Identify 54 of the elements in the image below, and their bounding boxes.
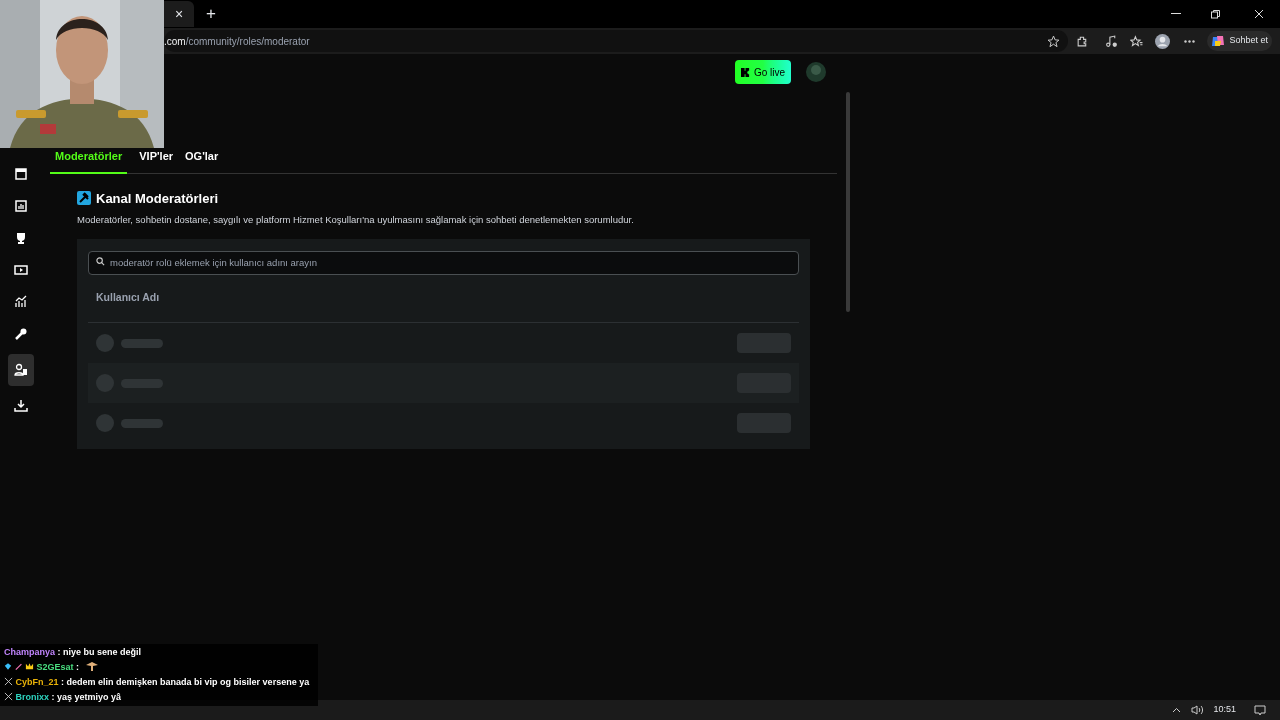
close-icon — [4, 677, 13, 686]
notification-icon[interactable] — [1254, 704, 1266, 716]
users-icon — [14, 363, 28, 377]
tab[interactable]: VIP'ler — [139, 148, 174, 173]
go-live-button[interactable]: Go live — [734, 60, 791, 84]
section-description: Moderatörler, sohbetin dostane, saygılı ve platform Hizmet Koşulları'na uyulmasını sağlamak için sohbeti denetlemekten sorumludur. — [77, 213, 635, 227]
favorite-star-icon[interactable] — [1047, 34, 1061, 48]
clock-time[interactable]: 10:51 — [1213, 703, 1236, 717]
chat-username: Champanya — [4, 647, 56, 657]
copilot-button[interactable]: Sohbet et — [1207, 31, 1272, 51]
download-icon — [14, 399, 28, 413]
close-icon — [4, 692, 13, 701]
window-icon — [14, 167, 28, 181]
column-header: Kullanıcı Adı — [96, 289, 160, 305]
chat-separator: : — [76, 662, 80, 672]
minimize-icon[interactable] — [1171, 13, 1181, 15]
copilot-icon — [1211, 34, 1226, 48]
gem-icon — [4, 662, 12, 671]
media-icon[interactable] — [1105, 34, 1119, 48]
gavel-icon — [77, 191, 91, 206]
trophy-icon — [14, 231, 28, 245]
crown-icon — [25, 662, 35, 671]
film-icon — [14, 263, 28, 277]
chat-message: yaş yetmiyo yâ — [57, 692, 122, 702]
chat-username: CybFn_21 — [15, 677, 59, 687]
speaker-icon[interactable] — [1191, 705, 1204, 715]
chat-separator: : — [51, 692, 55, 702]
chat-message: niye bu sene değil — [63, 647, 142, 657]
address-bar[interactable]: .com/community/roles/moderator — [164, 33, 310, 49]
restore-icon[interactable] — [1211, 9, 1220, 19]
tab[interactable]: OG'lar — [185, 148, 219, 173]
line-chart-icon — [14, 295, 28, 309]
chat-username: S2GEsat — [36, 662, 74, 672]
name-placeholder — [121, 418, 163, 428]
chevron-up-icon[interactable] — [1172, 707, 1182, 713]
avatar-placeholder — [96, 414, 114, 433]
chat-separator: : — [61, 677, 65, 687]
bar-chart-icon — [14, 199, 28, 213]
close-icon[interactable] — [1254, 9, 1264, 19]
new-tab-button[interactable]: + — [206, 1, 216, 27]
chat-message: dedem elin demişken banada bi vip og bisiler versene ya — [66, 677, 310, 687]
search-field[interactable]: moderatör rolü eklemek için kullanıcı adını arayın — [88, 250, 799, 275]
sidebar-item[interactable] — [8, 354, 34, 386]
section-title: Kanal Moderatörleri — [96, 189, 219, 208]
profile-avatar-icon[interactable] — [1155, 33, 1171, 49]
more-icon[interactable] — [1184, 39, 1196, 43]
avatar-icon[interactable] — [805, 61, 827, 83]
search-icon — [96, 256, 105, 266]
name-placeholder — [121, 338, 163, 348]
favorites-icon[interactable] — [1130, 34, 1144, 48]
avatar-placeholder — [96, 334, 114, 353]
chat-separator: : — [57, 647, 61, 657]
chat-username: Bronixx — [15, 692, 50, 702]
logo-icon — [740, 67, 750, 77]
